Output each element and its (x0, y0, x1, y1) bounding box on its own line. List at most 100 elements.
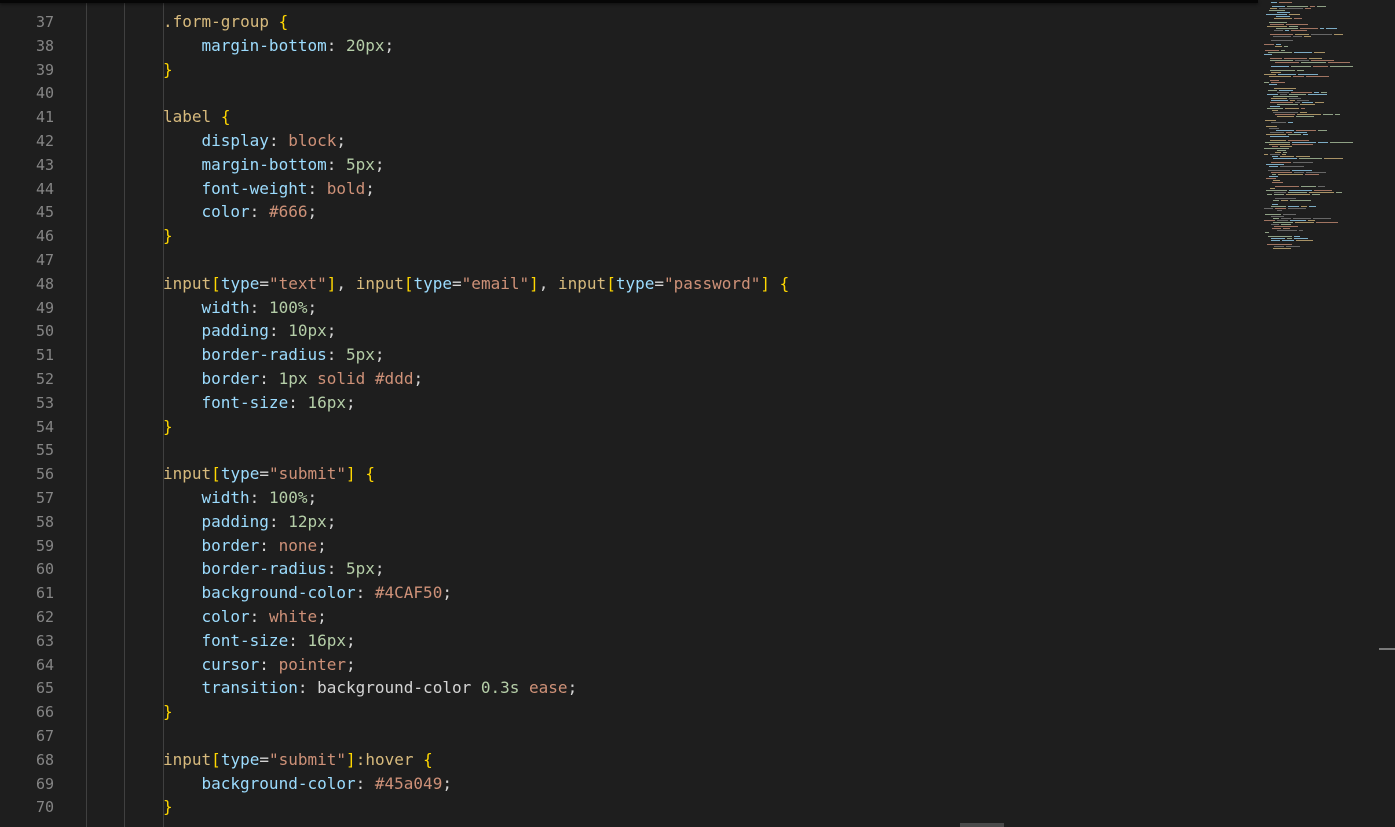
line-number: 62 (35, 608, 54, 626)
code-token: color (201, 607, 250, 626)
code-line[interactable]: } (163, 58, 173, 82)
minimap-line (1309, 206, 1316, 207)
code-line[interactable]: display: block; (202, 129, 347, 153)
minimap-line (1274, 226, 1298, 227)
code-token: { (423, 749, 433, 769)
code-line[interactable]: color: white; (202, 605, 327, 629)
code-line[interactable]: border-radius: 5px; (202, 343, 385, 367)
minimap-line (1272, 146, 1278, 147)
code-line[interactable]: margin-bottom: 5px; (202, 153, 385, 177)
minimap-line (1281, 224, 1291, 225)
minimap-line (1270, 102, 1293, 103)
minimap-line (1264, 44, 1274, 45)
code-line[interactable]: } (163, 415, 173, 439)
code-line[interactable]: input[type="submit"]:hover { (163, 748, 433, 772)
code-token: ; (336, 131, 347, 150)
code-token: ; (346, 630, 356, 650)
code-line[interactable]: border: 1px solid #ddd; (202, 367, 424, 391)
minimap-line (1299, 158, 1322, 159)
minimap-line (1277, 220, 1288, 221)
code-line[interactable]: transition: background-color 0.3s ease; (202, 676, 578, 700)
minimap-line (1270, 188, 1275, 189)
code-line[interactable]: input[type="submit"] { (163, 462, 375, 486)
code-line[interactable]: border: none; (202, 534, 327, 558)
code-line[interactable]: width: 100%; (202, 296, 318, 320)
code-token: : (259, 369, 279, 388)
minimap-line (1280, 94, 1287, 95)
code-token: } (163, 797, 173, 817)
minimap-line (1295, 222, 1314, 223)
minimap-line (1274, 88, 1296, 89)
minimap-line (1266, 14, 1287, 15)
minimap-line (1284, 46, 1288, 47)
minimap-line (1294, 172, 1304, 173)
code-line[interactable]: input[type="text"], input[type="email"],… (163, 272, 789, 296)
minimap-line (1265, 142, 1290, 143)
line-number: 48 (35, 274, 54, 293)
minimap-line (1291, 92, 1312, 93)
line-number: 52 (35, 370, 54, 388)
code-token: type (220, 464, 260, 484)
code-line[interactable]: .form-group { (163, 10, 288, 34)
horizontal-scrollbar-thumb[interactable] (960, 823, 1004, 827)
code-line[interactable]: } (163, 795, 173, 819)
minimap[interactable] (1258, 0, 1378, 827)
minimap-line (1269, 10, 1285, 11)
indent-guide (124, 0, 125, 827)
code-token: ; (384, 35, 395, 55)
code-line[interactable]: background-color: #4CAF50; (202, 581, 452, 605)
minimap-line (1306, 172, 1326, 173)
code-text-area[interactable]: .form-group {margin-bottom: 20px;} label … (86, 0, 1258, 827)
line-number: 53 (35, 393, 54, 412)
minimap-line (1311, 34, 1332, 35)
code-line[interactable]: label { (163, 105, 230, 129)
minimap-line (1279, 8, 1303, 9)
vertical-scrollbar[interactable] (1379, 0, 1395, 827)
code-token: [ (211, 273, 221, 293)
minimap-line (1326, 28, 1337, 29)
code-token: 100% (268, 488, 308, 507)
minimap-line (1270, 34, 1293, 35)
code-line[interactable]: background-color: #45a049; (202, 772, 452, 796)
minimap-line (1269, 22, 1287, 23)
code-editor[interactable]: 37 38 39 40 41 42 43 44 45 46 47 48 49 50 51 52 53 54 55 56… (0, 0, 1395, 827)
code-line[interactable]: cursor: pointer; (202, 653, 356, 677)
line-number: 57 (35, 489, 54, 507)
code-token: white (268, 607, 318, 626)
minimap-line (1267, 94, 1278, 95)
code-line[interactable]: padding: 10px; (202, 319, 337, 343)
minimap-line (1294, 52, 1312, 53)
code-token: "submit" (268, 464, 347, 484)
line-number: 70 (35, 798, 54, 817)
code-line[interactable]: color: #666; (202, 200, 318, 224)
code-line[interactable]: } (163, 700, 173, 724)
code-line[interactable]: margin-bottom: 20px; (202, 34, 395, 58)
minimap-line (1269, 166, 1278, 167)
minimap-line (1271, 122, 1286, 123)
code-line[interactable]: font-weight: bold; (202, 177, 375, 201)
code-token: #ddd (374, 369, 414, 388)
code-line[interactable]: width: 100%; (202, 486, 318, 510)
minimap-line (1271, 72, 1281, 73)
minimap-line (1266, 178, 1276, 179)
minimap-line (1281, 218, 1291, 219)
minimap-line (1320, 28, 1324, 29)
minimap-line (1289, 190, 1312, 191)
code-line[interactable]: font-size: 16px; (202, 629, 356, 653)
code-line[interactable]: font-size: 16px; (202, 391, 356, 415)
line-number: 55 (35, 441, 54, 460)
code-line[interactable]: border-radius: 5px; (202, 557, 385, 581)
minimap-line (1270, 24, 1284, 25)
code-token: : (326, 154, 346, 174)
minimap-line (1273, 158, 1297, 159)
minimap-line (1275, 152, 1281, 153)
code-line[interactable]: } (163, 224, 173, 248)
minimap-line (1294, 18, 1302, 19)
code-token: : (249, 297, 269, 317)
minimap-line (1277, 150, 1286, 151)
minimap-line (1300, 112, 1307, 113)
code-line[interactable]: padding: 12px; (202, 510, 337, 534)
